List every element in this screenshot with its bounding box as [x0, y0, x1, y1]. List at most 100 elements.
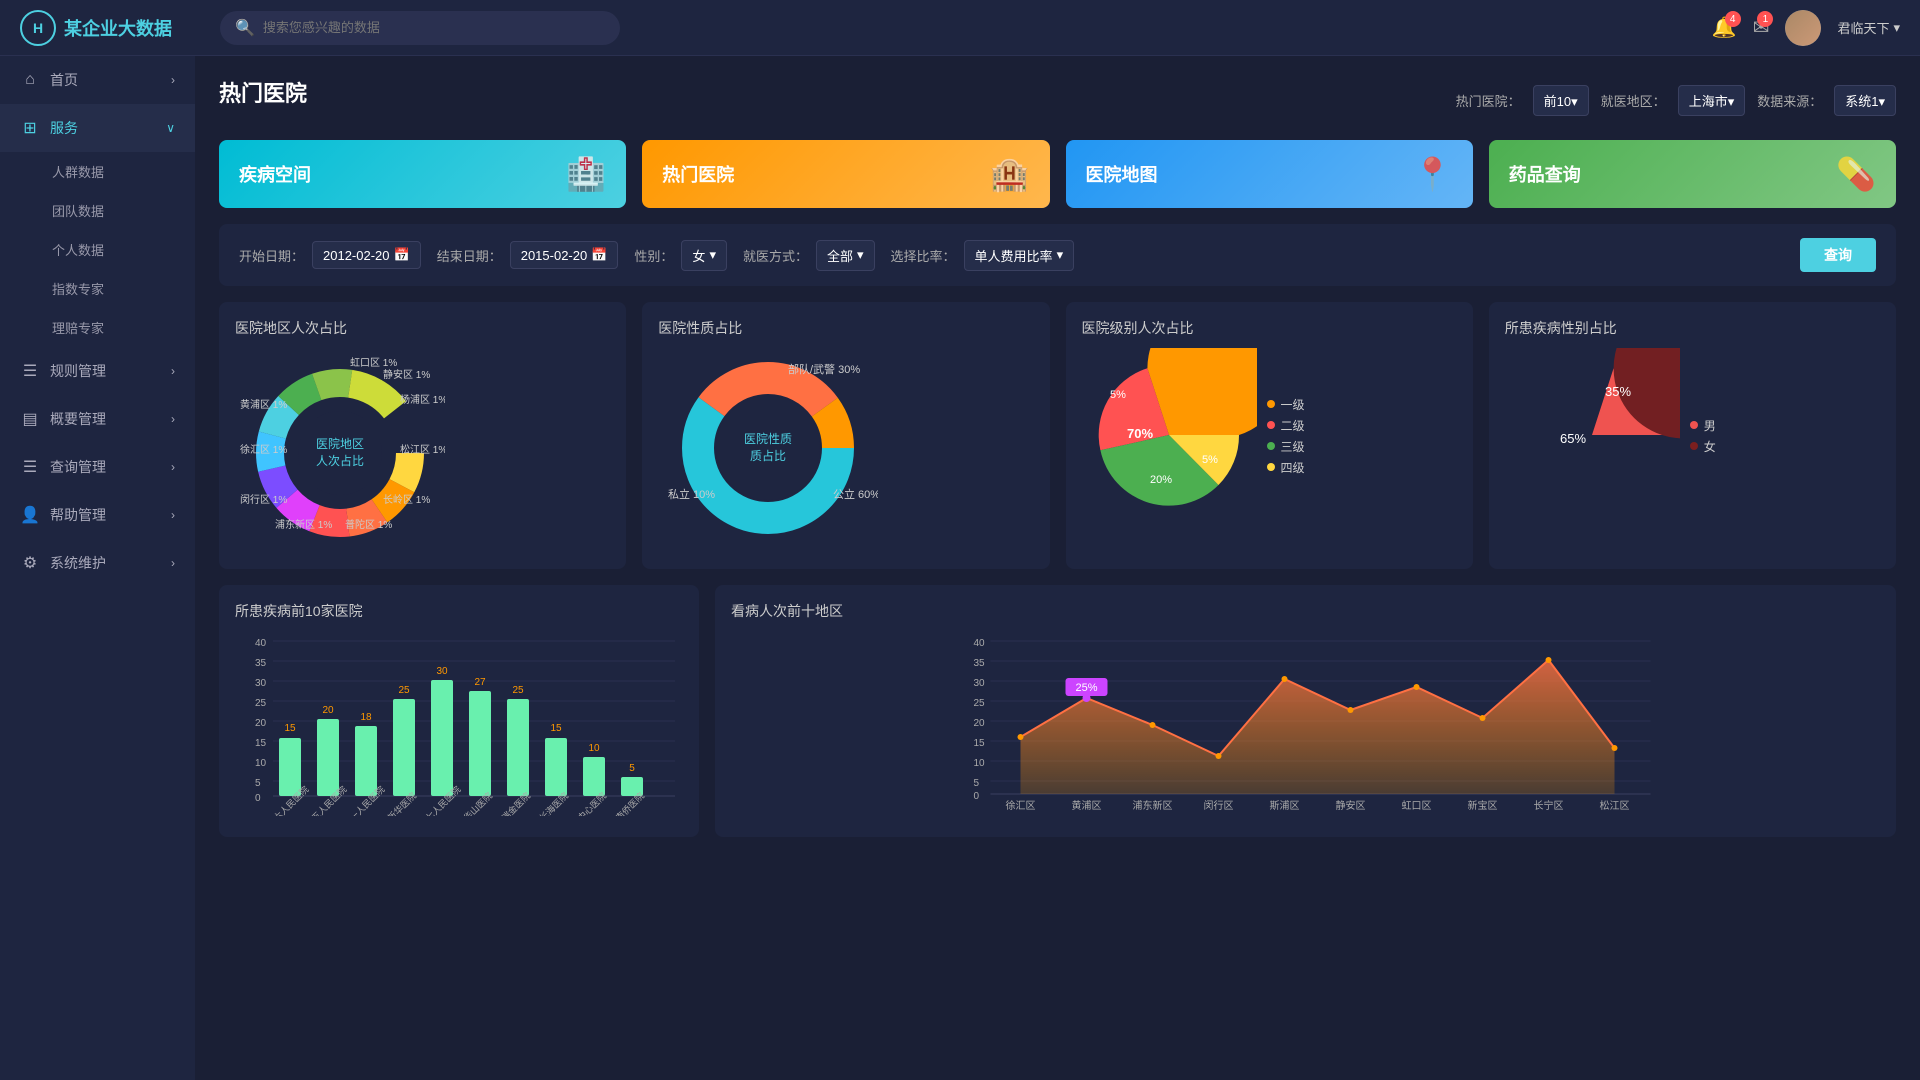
notification-badge: 4 — [1725, 11, 1741, 27]
area-pie-title: 医院地区人次占比 — [235, 318, 610, 338]
nav-card-map[interactable]: 医院地图 📍 — [1066, 140, 1473, 208]
sidebar-sub-service: 人群数据 团队数据 个人数据 指数专家 理赔专家 — [0, 152, 195, 347]
svg-text:5%: 5% — [1202, 454, 1218, 466]
start-date-field: 开始日期： 2012-02-20 📅 — [239, 241, 421, 269]
ratio-select[interactable]: 单人费用比率 ▾ — [964, 240, 1075, 271]
sidebar-item-service[interactable]: ⊞ 服务 ∨ — [0, 104, 195, 152]
username[interactable]: 君临天下 ▾ — [1837, 18, 1900, 37]
start-date-input[interactable]: 2012-02-20 📅 — [312, 241, 421, 269]
svg-text:虹口区 1%: 虹口区 1% — [350, 357, 397, 369]
sidebar-item-personal-data[interactable]: 个人数据 — [52, 230, 195, 269]
region-label: 就医地区： — [1601, 91, 1666, 110]
nav-card-disease[interactable]: 疾病空间 🏥 — [219, 140, 626, 208]
chevron-query-icon: › — [171, 460, 175, 474]
svg-text:0: 0 — [255, 793, 261, 804]
mail-badge: 1 — [1757, 11, 1773, 27]
nature-pie-chart: 医院性质 质占比 部队/武警 30% 公立 60% 私立 10% — [658, 348, 878, 548]
svg-text:部队/武警 30%: 部队/武警 30% — [788, 362, 860, 376]
sidebar-label-service: 服务 — [50, 118, 78, 138]
charts-row-2: 所患疾病前10家医院 40 35 30 25 20 15 10 5 0 — [219, 585, 1896, 837]
svg-text:40: 40 — [974, 638, 986, 649]
svg-text:20: 20 — [322, 705, 334, 716]
nav-card-hospital[interactable]: 热门医院 🏨 — [642, 140, 1049, 208]
sidebar-label-home: 首页 — [50, 70, 78, 90]
level-pie-title: 医院级别人次占比 — [1082, 318, 1457, 338]
sidebar-item-crowd-data[interactable]: 人群数据 — [52, 152, 195, 191]
region-filter[interactable]: 上海市▾ — [1678, 85, 1746, 116]
overview-icon: ▤ — [20, 409, 40, 429]
svg-text:20: 20 — [255, 718, 267, 729]
svg-text:静安区 1%: 静安区 1% — [383, 368, 430, 381]
svg-text:5: 5 — [974, 778, 980, 789]
query-button[interactable]: 查询 — [1800, 238, 1876, 272]
main-container: ⌂ 首页 › ⊞ 服务 ∨ 人群数据 团队数据 个人数据 指数专家 理赔专家 ☰… — [0, 56, 1920, 1080]
search-input[interactable] — [263, 20, 605, 35]
svg-text:25%: 25% — [1075, 682, 1097, 694]
gender-label: 性别： — [634, 246, 673, 265]
search-bar[interactable]: 🔍 — [220, 11, 620, 45]
level-pie-card: 医院级别人次占比 70% — [1066, 302, 1473, 569]
hospital-bar-card: 所患疾病前10家医院 40 35 30 25 20 15 10 5 0 — [219, 585, 699, 837]
svg-text:杨浦区 1%: 杨浦区 1% — [400, 393, 445, 406]
avatar[interactable] — [1785, 10, 1821, 46]
svg-text:松江区: 松江区 — [1600, 799, 1630, 812]
svg-text:10: 10 — [588, 743, 600, 754]
chevron-overview-icon: › — [171, 412, 175, 426]
level-legend: 一级 二级 三级 四级 — [1267, 396, 1305, 476]
sidebar-item-sys[interactable]: ⚙ 系统维护 › — [0, 539, 195, 587]
service-icon: ⊞ — [20, 118, 40, 138]
sidebar-item-rules[interactable]: ☰ 规则管理 › — [0, 347, 195, 395]
svg-text:松江区 1%: 松江区 1% — [400, 443, 445, 456]
bell-icon[interactable]: 🔔 4 — [1712, 15, 1737, 40]
rules-icon: ☰ — [20, 361, 40, 381]
sidebar-item-overview[interactable]: ▤ 概要管理 › — [0, 395, 195, 443]
visit-method-field: 就医方式： 全部 ▾ — [743, 240, 875, 271]
svg-text:30: 30 — [255, 678, 267, 689]
svg-text:私立 10%: 私立 10% — [668, 487, 715, 501]
charts-row-1: 医院地区人次占比 — [219, 302, 1896, 569]
svg-text:20%: 20% — [1150, 474, 1172, 486]
sidebar: ⌂ 首页 › ⊞ 服务 ∨ 人群数据 团队数据 个人数据 指数专家 理赔专家 ☰… — [0, 56, 195, 1080]
chevron-service-icon: ∨ — [166, 121, 175, 135]
nav-card-drug[interactable]: 药品查询 💊 — [1489, 140, 1896, 208]
svg-text:长宁区: 长宁区 — [1534, 799, 1564, 812]
help-icon: 👤 — [20, 505, 40, 525]
svg-text:70%: 70% — [1127, 426, 1153, 441]
svg-text:新宝区: 新宝区 — [1468, 799, 1498, 812]
gender-select[interactable]: 女 ▾ — [681, 240, 727, 271]
page-header-row: 热门医院 热门医院： 前10▾ 就医地区： 上海市▾ 数据来源： 系统1▾ — [219, 76, 1896, 124]
gender-pie-chart: 65% 35% — [1505, 348, 1680, 523]
sidebar-label-query: 查询管理 — [50, 457, 106, 477]
hospital-bar-title: 所患疾病前10家医院 — [235, 601, 683, 621]
svg-text:静安区: 静安区 — [1336, 799, 1366, 812]
sidebar-item-help[interactable]: 👤 帮助管理 › — [0, 491, 195, 539]
svg-text:35%: 35% — [1605, 384, 1631, 399]
sidebar-item-team-data[interactable]: 团队数据 — [52, 191, 195, 230]
nature-pie-title: 医院性质占比 — [658, 318, 1033, 338]
sidebar-item-query[interactable]: ☰ 查询管理 › — [0, 443, 195, 491]
content-area: 热门医院 热门医院： 前10▾ 就医地区： 上海市▾ 数据来源： 系统1▾ 疾病… — [195, 56, 1920, 1080]
visit-method-select[interactable]: 全部 ▾ — [816, 240, 875, 271]
sidebar-item-index-expert[interactable]: 指数专家 — [52, 269, 195, 308]
end-date-input[interactable]: 2015-02-20 📅 — [510, 241, 619, 269]
svg-text:浦东新区 1%: 浦东新区 1% — [275, 518, 332, 531]
svg-text:斯浦区: 斯浦区 — [1270, 799, 1300, 812]
gender-pie-card: 所患疾病性别占比 65% 35% 男 女 — [1489, 302, 1896, 569]
svg-text:15: 15 — [284, 723, 296, 734]
sidebar-item-home[interactable]: ⌂ 首页 › — [0, 56, 195, 104]
map-label: 医院地图 — [1086, 161, 1158, 187]
chevron-help-icon: › — [171, 508, 175, 522]
mail-icon[interactable]: ✉ 1 — [1753, 15, 1770, 40]
sidebar-label-overview: 概要管理 — [50, 409, 106, 429]
gender-pie-title: 所患疾病性别占比 — [1505, 318, 1880, 338]
hotspot-label: 热门医院： — [1456, 91, 1521, 110]
nature-pie-card: 医院性质占比 医院性质 质占比 部队/武警 30% 公立 60% — [642, 302, 1049, 569]
region-area-card: 看病人次前十地区 40 35 30 25 20 15 10 5 0 — [715, 585, 1896, 837]
sidebar-item-claim-expert[interactable]: 理赔专家 — [52, 308, 195, 347]
source-filter[interactable]: 系统1▾ — [1834, 85, 1896, 116]
svg-text:虹口区: 虹口区 — [1402, 800, 1432, 812]
svg-text:25: 25 — [974, 698, 986, 709]
query-bar: 开始日期： 2012-02-20 📅 结束日期： 2015-02-20 📅 性别… — [219, 224, 1896, 286]
hotspot-filter[interactable]: 前10▾ — [1533, 85, 1589, 116]
svg-text:27: 27 — [474, 677, 486, 688]
